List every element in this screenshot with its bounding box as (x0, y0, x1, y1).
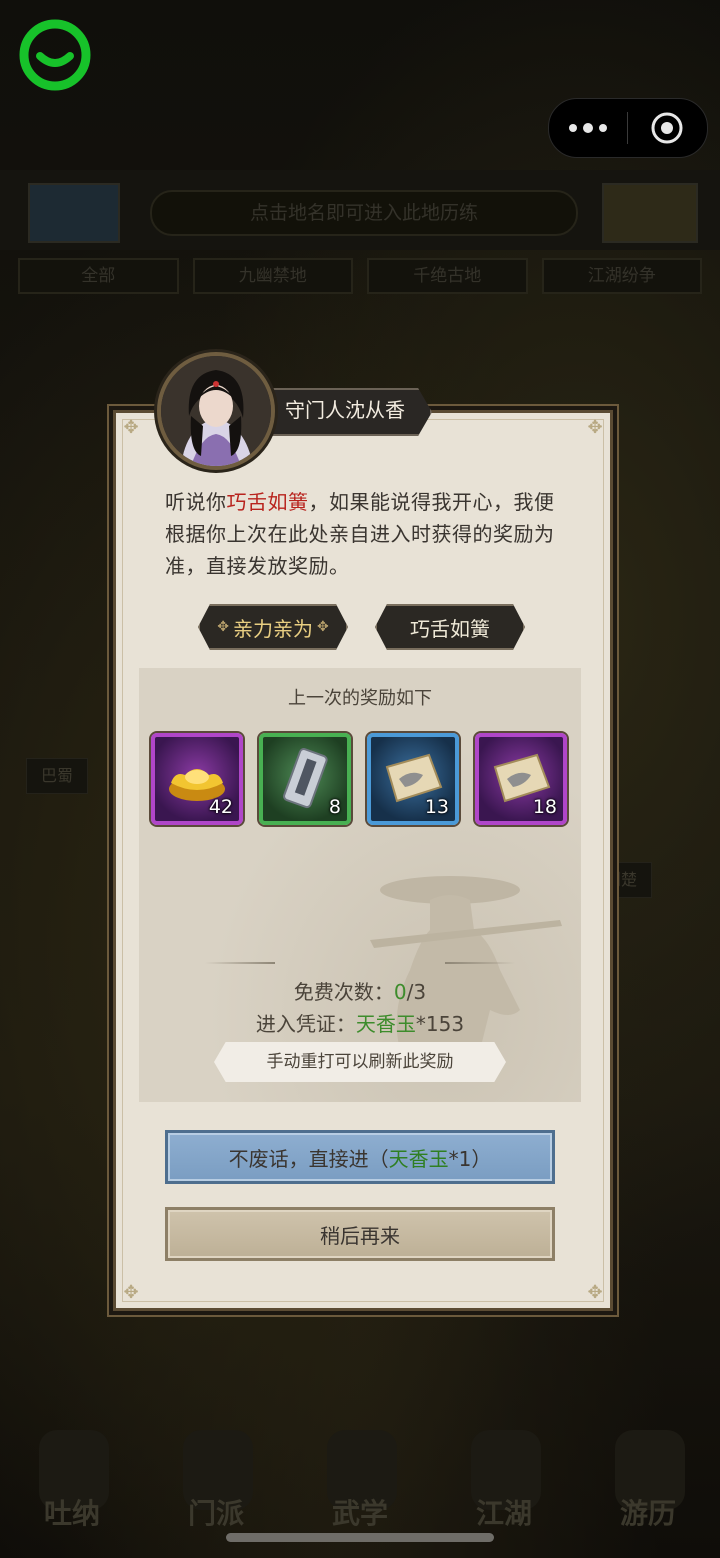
map-tabs: 全部 九幽禁地 千绝古地 江湖纷争 (18, 258, 702, 294)
npc-dialogue: 听说你巧舌如簧，如果能说得我开心，我便根据你上次在此处亲自进入时获得的奖励为准，… (165, 486, 555, 582)
nav-wuxue[interactable]: 武学 (305, 1420, 415, 1540)
choice-right-label: 巧舌如簧 (410, 616, 490, 641)
corner-ornament-icon: ✥ (123, 1282, 139, 1303)
free-attempts-used: 0 (393, 980, 407, 1004)
npc-name: 守门人沈从香 (285, 398, 405, 422)
reward-count: 18 (532, 796, 557, 818)
ornament-icon: ✥ (317, 619, 329, 635)
nav-wuxue-label: 武学 (331, 1497, 388, 1530)
more-options-button[interactable] (549, 99, 627, 157)
choice-left-label: 亲力亲为 (233, 616, 313, 641)
reward-title: 上一次的奖励如下 (288, 688, 432, 709)
home-indicator[interactable] (226, 1533, 494, 1542)
dialogue-highlight: 巧舌如簧 (226, 490, 309, 514)
nav-tuna-label: 吐纳 (43, 1497, 100, 1530)
nav-tuna[interactable]: 吐纳 (17, 1420, 127, 1540)
corner-ornament-icon: ✥ (587, 1282, 603, 1303)
map-label-bashu[interactable]: 巴蜀 (26, 758, 89, 794)
entry-ticket-label: 进入凭证： (255, 1012, 356, 1036)
enter-label-post: *1） (448, 1146, 492, 1171)
map-scroll-left (28, 183, 120, 243)
nav-jianghu[interactable]: 江湖 (449, 1420, 559, 1540)
dialogue-text-pre: 听说你 (165, 490, 227, 514)
map-hint: 点击地名即可进入此地历练 (150, 190, 578, 236)
nav-youli-label: 游历 (619, 1497, 676, 1530)
npc-avatar (157, 352, 275, 470)
reward-item-scroll-purple[interactable]: 18 (475, 733, 567, 825)
map-tab-jiuyou[interactable]: 九幽禁地 (192, 258, 353, 294)
target-close-icon (651, 112, 683, 144)
entry-ticket-count: *153 (415, 1012, 465, 1036)
nav-youli[interactable]: 游历 (593, 1420, 703, 1540)
free-attempts: 免费次数：0/3 (139, 976, 581, 1005)
enter-label-item: 天香玉 (388, 1146, 449, 1171)
capsule-menu (548, 98, 708, 158)
reward-item-gold-ingot[interactable]: 42 (151, 733, 243, 825)
reward-item-scroll-blue[interactable]: 13 (367, 733, 459, 825)
come-back-later-button[interactable]: 稍后再来 (165, 1207, 555, 1261)
map-tab-qianjue[interactable]: 千绝古地 (367, 258, 528, 294)
reward-count: 42 (208, 796, 233, 818)
nav-jianghu-label: 江湖 (475, 1497, 532, 1530)
enter-directly-button[interactable]: 不废话，直接进（ 天香玉 *1） (165, 1130, 555, 1184)
corner-ornament-icon: ✥ (123, 417, 139, 438)
ornament-icon: ✥ (217, 619, 229, 635)
map-scroll-right (602, 183, 698, 243)
map-tab-jianghu[interactable]: 江湖纷争 (541, 258, 702, 294)
close-miniprogram-button[interactable] (628, 99, 706, 157)
reward-count: 13 (424, 796, 449, 818)
free-attempts-label: 免费次数： (293, 980, 394, 1004)
entry-ticket: 进入凭证：天香玉*153 (139, 1008, 581, 1037)
enter-label-pre: 不废话，直接进（ (228, 1146, 389, 1171)
dot-icon (599, 124, 607, 132)
decor-line-right (445, 962, 515, 964)
decor-line-left (205, 962, 275, 964)
dot-icon (583, 123, 593, 133)
choice-do-it-yourself-button[interactable]: ✥ 亲力亲为 ✥ (198, 604, 348, 650)
reward-item-token-card[interactable]: 8 (259, 733, 351, 825)
map-tab-all[interactable]: 全部 (18, 258, 179, 294)
reward-count: 8 (328, 796, 341, 818)
wechat-logo-icon (18, 18, 92, 92)
entry-ticket-name: 天香玉 (355, 1012, 416, 1036)
nav-menpai[interactable]: 门派 (161, 1420, 271, 1540)
free-attempts-total: /3 (406, 980, 427, 1004)
dot-icon (569, 124, 577, 132)
refresh-tip: 手动重打可以刷新此奖励 (214, 1042, 506, 1082)
nav-menpai-label: 门派 (187, 1497, 244, 1530)
choice-eloquent-button[interactable]: 巧舌如簧 (375, 604, 525, 650)
corner-ornament-icon: ✥ (587, 417, 603, 438)
